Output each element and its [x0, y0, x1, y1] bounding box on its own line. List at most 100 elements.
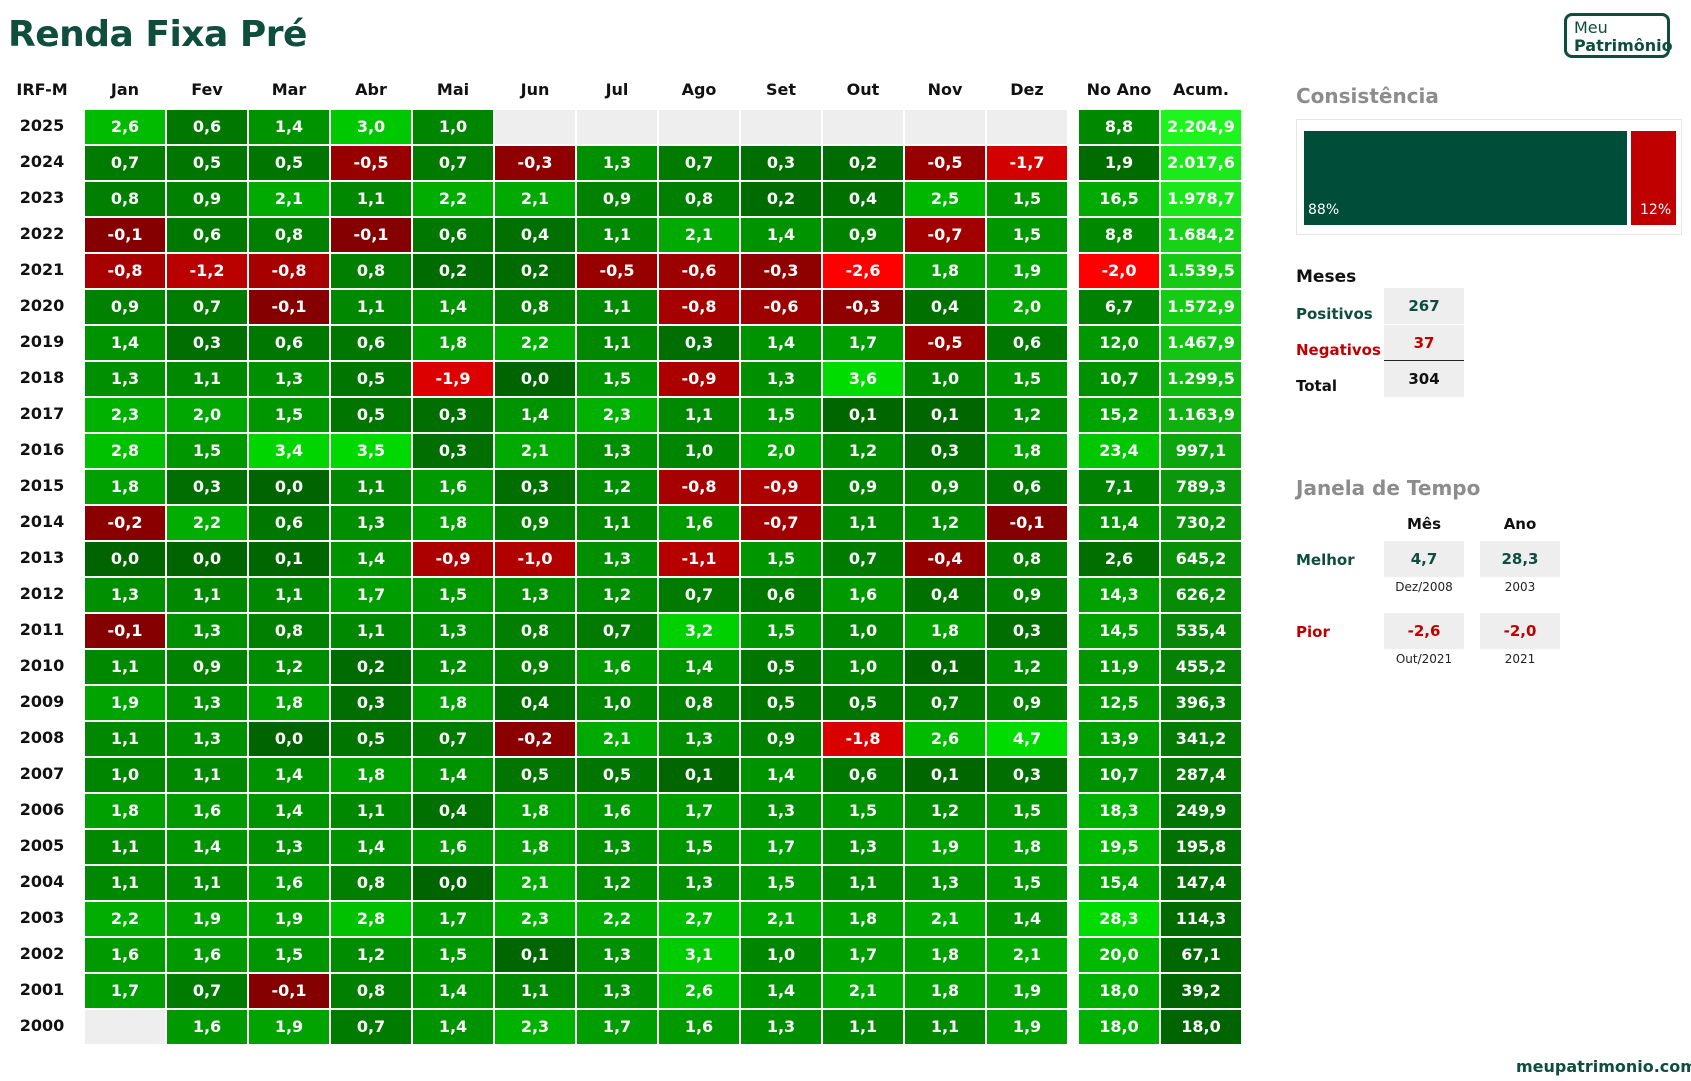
- heatmap-cell: -0,5: [576, 253, 658, 289]
- month-header: Jan: [110, 80, 140, 99]
- heatmap-cell: 1,3: [740, 793, 822, 829]
- heatmap-cell: 1,5: [740, 865, 822, 901]
- heatmap-cell: 1,2: [412, 649, 494, 685]
- heatmap-cell: 2,6: [84, 109, 166, 145]
- heatmap-cell: 1,8: [330, 757, 412, 793]
- heatmap-cell: 1,3: [166, 685, 248, 721]
- heatmap-cell: -0,5: [904, 325, 986, 361]
- heatmap-cell: 1,4: [330, 541, 412, 577]
- heatmap-cell: -1,9: [412, 361, 494, 397]
- brand-logo[interactable]: Meu Patrimônio: [1564, 13, 1673, 58]
- month-header: Abr: [355, 80, 387, 99]
- heatmap-cell: 1,1: [330, 181, 412, 217]
- heatmap-cell: 1,2: [986, 649, 1068, 685]
- heatmap-cell: 0,9: [166, 181, 248, 217]
- year-total-cell: 18,3: [1078, 793, 1160, 829]
- heatmap-cell: 0,8: [330, 865, 412, 901]
- heatmap-cell: 0,5: [494, 757, 576, 793]
- heatmap-cell: 4,7: [986, 721, 1068, 757]
- melhor-ano-date: 2003: [1504, 580, 1536, 594]
- heatmap-cell: 1,1: [822, 865, 904, 901]
- heatmap-cell: 3,5: [330, 433, 412, 469]
- heatmap-cell: -0,2: [84, 505, 166, 541]
- heatmap-cell: 1,1: [166, 577, 248, 613]
- heatmap-cell: 0,5: [740, 685, 822, 721]
- heatmap-cell: -0,2: [494, 721, 576, 757]
- footer-site[interactable]: meupatrimonio.com: [1516, 1057, 1691, 1076]
- heatmap-cell: 3,2: [658, 613, 740, 649]
- janela-col-mes: Mês: [1406, 515, 1442, 533]
- heatmap-cell: 0,8: [248, 217, 330, 253]
- heatmap-cell: -0,9: [658, 361, 740, 397]
- accumulated-cell: 1.572,9: [1160, 289, 1242, 325]
- heatmap-cell: 0,9: [84, 289, 166, 325]
- heatmap-cell: 1,2: [248, 649, 330, 685]
- heatmap-cell: 0,0: [248, 721, 330, 757]
- month-header: Jul: [605, 80, 629, 99]
- accumulated-cell: 67,1: [1160, 937, 1242, 973]
- heatmap-cell: -0,3: [740, 253, 822, 289]
- heatmap-cell: 0,8: [658, 685, 740, 721]
- year-total-cell: 10,7: [1078, 361, 1160, 397]
- accumulated-cell: 535,4: [1160, 613, 1242, 649]
- accumulated-cell: 39,2: [1160, 973, 1242, 1009]
- accumulated-cell: 18,0: [1160, 1009, 1242, 1045]
- heatmap-cell: 1,8: [412, 505, 494, 541]
- heatmap-cell: 0,7: [904, 685, 986, 721]
- year-label: 2010: [19, 656, 65, 675]
- heatmap-cell: 1,4: [658, 649, 740, 685]
- heatmap-cell: 0,1: [904, 397, 986, 433]
- positivos-value: 267: [1384, 288, 1464, 324]
- heatmap-cell: 0,6: [248, 325, 330, 361]
- heatmap-cell: 1,3: [576, 541, 658, 577]
- heatmap-cell: 0,0: [166, 541, 248, 577]
- heatmap-cell: 1,4: [166, 829, 248, 865]
- heatmap-cell: 1,2: [576, 865, 658, 901]
- consistencia-title: Consistência: [1296, 84, 1439, 108]
- heatmap-cell: 1,5: [986, 361, 1068, 397]
- heatmap-cell: 1,7: [740, 829, 822, 865]
- heatmap-cell: 1,8: [904, 937, 986, 973]
- pior-label: Pior: [1296, 623, 1330, 641]
- heatmap-cell: 1,5: [412, 937, 494, 973]
- heatmap-cell: 2,3: [494, 901, 576, 937]
- heatmap-cell: 1,9: [904, 829, 986, 865]
- heatmap-cell: 0,6: [822, 757, 904, 793]
- heatmap-cell: 0,5: [330, 397, 412, 433]
- heatmap-cell: 0,3: [166, 469, 248, 505]
- heatmap-cell: 2,2: [494, 325, 576, 361]
- heatmap-cell: 0,1: [658, 757, 740, 793]
- heatmap-cell: 2,1: [576, 721, 658, 757]
- heatmap-cell: 1,4: [412, 757, 494, 793]
- year-total-cell: 15,4: [1078, 865, 1160, 901]
- heatmap-cell: 1,6: [166, 1009, 248, 1045]
- heatmap-cell: 2,1: [986, 937, 1068, 973]
- heatmap-cell: 1,4: [740, 217, 822, 253]
- heatmap-cell: 0,3: [904, 433, 986, 469]
- logo-line1: Meu: [1574, 18, 1608, 37]
- heatmap-cell: -0,9: [740, 469, 822, 505]
- heatmap-cell: 0,2: [740, 181, 822, 217]
- heatmap-cell: 0,7: [166, 973, 248, 1009]
- accumulated-cell: 997,1: [1160, 433, 1242, 469]
- year-total-cell: 16,5: [1078, 181, 1160, 217]
- accumulated-cell: 1.299,5: [1160, 361, 1242, 397]
- heatmap-cell: -1,8: [822, 721, 904, 757]
- heatmap-cell: 0,5: [740, 649, 822, 685]
- heatmap-cell: 1,1: [330, 469, 412, 505]
- heatmap-cell: 0,5: [330, 361, 412, 397]
- heatmap-cell: 0,6: [986, 469, 1068, 505]
- heatmap-cell: 1,1: [84, 649, 166, 685]
- heatmap-cell: 0,4: [494, 217, 576, 253]
- heatmap-cell: 0,8: [84, 181, 166, 217]
- heatmap-cell: 1,9: [166, 901, 248, 937]
- heatmap-cell: 0,4: [904, 289, 986, 325]
- year-label: 2003: [19, 908, 65, 927]
- heatmap-cell: 0,8: [494, 289, 576, 325]
- year-total-cell: 15,2: [1078, 397, 1160, 433]
- janela-title: Janela de Tempo: [1296, 476, 1481, 500]
- heatmap-cell: 0,2: [822, 145, 904, 181]
- heatmap-cell: 1,4: [740, 757, 822, 793]
- heatmap-cell: -0,5: [904, 145, 986, 181]
- accumulated-cell: 396,3: [1160, 685, 1242, 721]
